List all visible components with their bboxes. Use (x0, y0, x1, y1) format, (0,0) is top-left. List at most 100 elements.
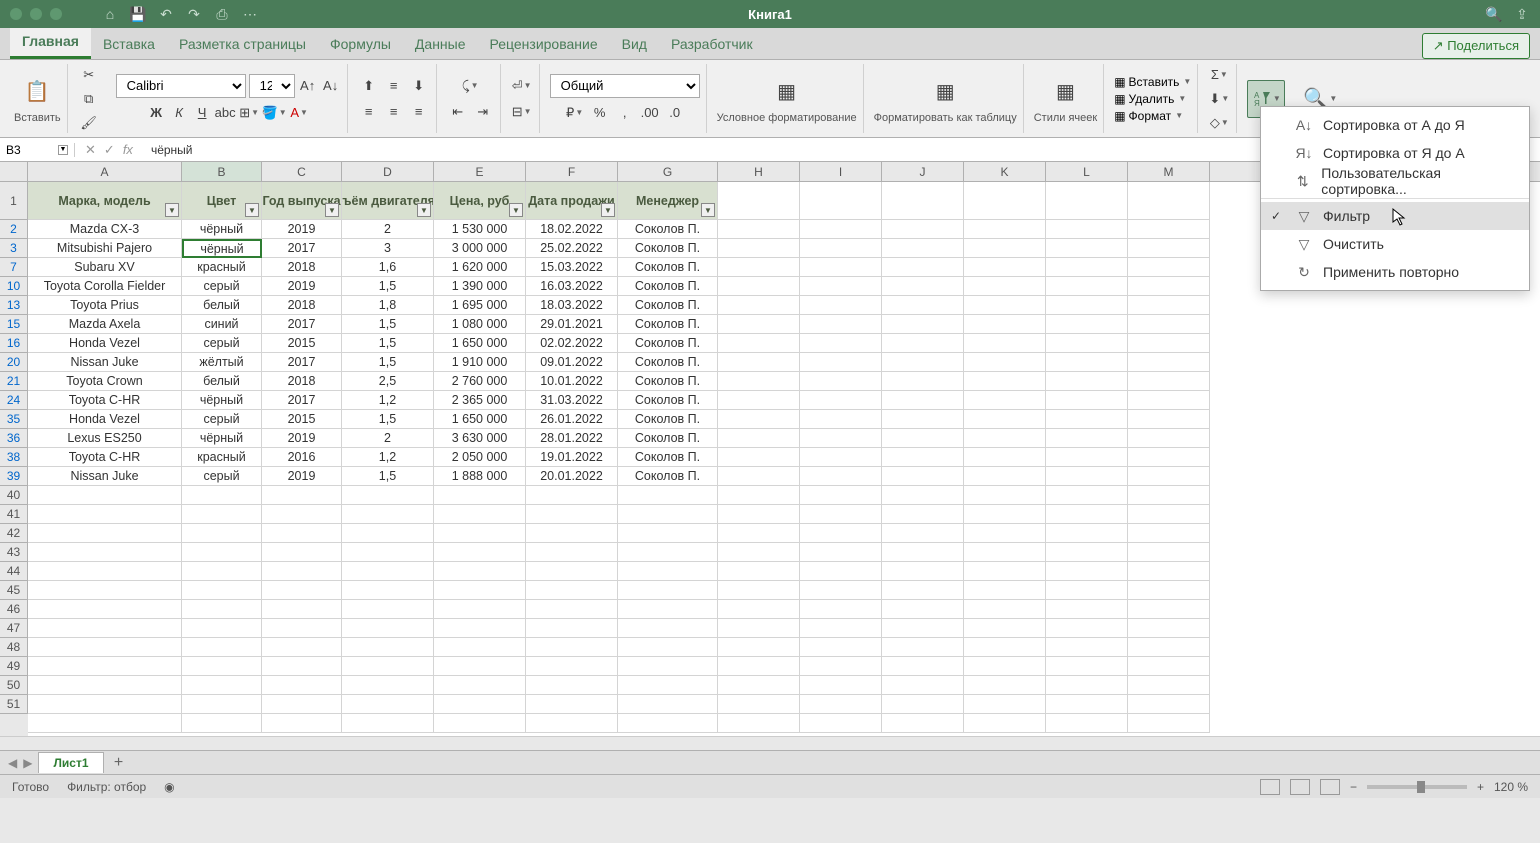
row-header[interactable]: 3 (0, 239, 28, 258)
cell[interactable] (1128, 714, 1210, 733)
tab-review[interactable]: Рецензирование (478, 29, 610, 59)
sheet-nav-prev-icon[interactable]: ◀ (8, 756, 17, 770)
cell[interactable] (800, 353, 882, 372)
cell[interactable] (882, 676, 964, 695)
cell[interactable] (262, 562, 342, 581)
cell[interactable] (618, 486, 718, 505)
cell[interactable] (526, 505, 618, 524)
cell[interactable] (718, 410, 800, 429)
cell[interactable] (434, 543, 526, 562)
cell[interactable] (434, 581, 526, 600)
cell[interactable]: Соколов П. (618, 315, 718, 334)
cell[interactable] (800, 372, 882, 391)
row-header[interactable]: 41 (0, 505, 28, 524)
cell[interactable] (800, 695, 882, 714)
cell[interactable]: 2015 (262, 334, 342, 353)
copy-icon[interactable]: ⧉ (78, 88, 100, 109)
cell[interactable] (964, 448, 1046, 467)
menu-clear[interactable]: ▽ Очистить (1261, 230, 1529, 258)
cell[interactable] (434, 695, 526, 714)
cell[interactable]: 18.02.2022 (526, 220, 618, 239)
cell[interactable]: Цена, руб▼ (434, 182, 526, 220)
cell[interactable]: 3 000 000 (434, 239, 526, 258)
cell[interactable] (28, 676, 182, 695)
cell[interactable]: Марка, модель▼ (28, 182, 182, 220)
cell[interactable] (800, 486, 882, 505)
cell[interactable]: чёрный (182, 239, 262, 258)
name-box-arrow-icon[interactable]: ▼ (58, 145, 68, 155)
cell[interactable]: Цвет▼ (182, 182, 262, 220)
minimize-window-button[interactable] (30, 8, 42, 20)
format-painter-icon[interactable]: 🖌 (78, 112, 100, 133)
cell[interactable] (526, 657, 618, 676)
cell[interactable] (1128, 581, 1210, 600)
comma-icon[interactable]: , (614, 102, 636, 124)
increase-font-icon[interactable]: A↑ (298, 76, 318, 96)
cell[interactable]: Toyota C-HR (28, 448, 182, 467)
tab-home[interactable]: Главная (10, 26, 91, 59)
cell[interactable] (882, 505, 964, 524)
cell[interactable] (1128, 448, 1210, 467)
cell[interactable] (800, 676, 882, 695)
cell[interactable]: Год выпуска▼ (262, 182, 342, 220)
cell[interactable] (964, 372, 1046, 391)
cell[interactable] (526, 486, 618, 505)
column-header[interactable]: C (262, 162, 342, 181)
cell[interactable] (182, 581, 262, 600)
delete-cells-button[interactable]: ▦ Удалить ▼ (1114, 92, 1186, 106)
cell[interactable] (1046, 581, 1128, 600)
cell[interactable] (28, 695, 182, 714)
cell[interactable]: 2017 (262, 315, 342, 334)
cell[interactable] (800, 220, 882, 239)
cell[interactable] (526, 562, 618, 581)
cell[interactable] (882, 410, 964, 429)
cell[interactable]: Соколов П. (618, 239, 718, 258)
cell[interactable] (964, 638, 1046, 657)
column-header[interactable]: E (434, 162, 526, 181)
row-header[interactable]: 15 (0, 315, 28, 334)
cell[interactable] (718, 695, 800, 714)
cell[interactable] (1046, 296, 1128, 315)
cell[interactable] (964, 296, 1046, 315)
cell[interactable] (434, 714, 526, 733)
cell[interactable] (964, 619, 1046, 638)
cell[interactable]: жёлтый (182, 353, 262, 372)
column-filter-button[interactable]: ▼ (165, 203, 179, 217)
italic-icon[interactable]: К (169, 103, 189, 123)
cell[interactable]: Дата продажи▼ (526, 182, 618, 220)
cell[interactable]: Соколов П. (618, 372, 718, 391)
row-header[interactable]: 50 (0, 676, 28, 695)
align-bottom-icon[interactable]: ⬇ (408, 75, 430, 97)
cell[interactable] (964, 505, 1046, 524)
cell[interactable] (882, 486, 964, 505)
cell[interactable] (882, 372, 964, 391)
cell[interactable] (1046, 315, 1128, 334)
cell[interactable] (1128, 220, 1210, 239)
cell[interactable] (800, 448, 882, 467)
cell[interactable]: чёрный (182, 391, 262, 410)
row-header[interactable]: 10 (0, 277, 28, 296)
cell[interactable] (526, 581, 618, 600)
cell[interactable] (1046, 334, 1128, 353)
column-header[interactable]: K (964, 162, 1046, 181)
cell[interactable] (1128, 467, 1210, 486)
cell[interactable] (964, 600, 1046, 619)
cell[interactable]: серый (182, 410, 262, 429)
cell[interactable]: Honda Vezel (28, 410, 182, 429)
cell[interactable] (342, 600, 434, 619)
cell[interactable]: Nissan Juke (28, 353, 182, 372)
cell[interactable] (800, 505, 882, 524)
font-size-select[interactable]: 12 (249, 74, 295, 98)
cell[interactable]: 2019 (262, 429, 342, 448)
cell[interactable] (718, 581, 800, 600)
cell[interactable]: Mazda CX-3 (28, 220, 182, 239)
cell[interactable]: Соколов П. (618, 429, 718, 448)
cell[interactable] (718, 638, 800, 657)
cell[interactable] (434, 619, 526, 638)
column-filter-button[interactable]: ▼ (601, 203, 615, 217)
cell[interactable] (964, 486, 1046, 505)
cell[interactable] (718, 714, 800, 733)
cell[interactable] (28, 524, 182, 543)
cell[interactable] (800, 296, 882, 315)
cell[interactable] (800, 657, 882, 676)
